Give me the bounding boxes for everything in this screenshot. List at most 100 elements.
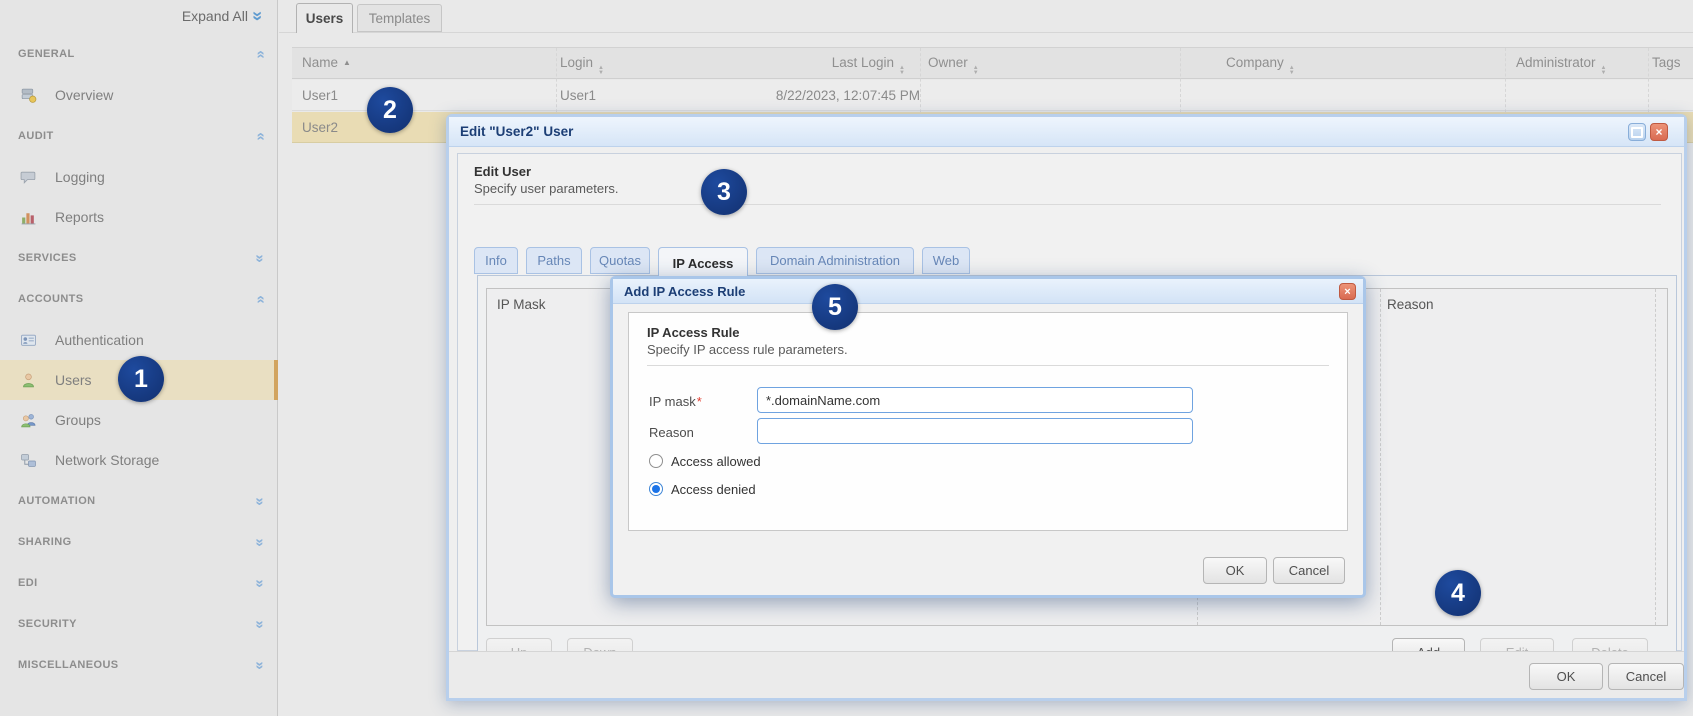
double-chevron-down-icon[interactable] [256,251,264,266]
section-label: SERVICES [18,252,77,264]
sidebar-item-label: Groups [55,412,101,428]
server-icon [20,87,37,104]
section-label: SHARING [18,536,72,548]
column-header-name[interactable]: Name [302,55,351,70]
sort-ascending-icon [338,55,351,70]
column-header-administrator[interactable]: Administrator [1516,55,1606,76]
user-icon [20,372,37,389]
access-denied-label: Access denied [671,482,756,497]
sidebar-item-groups[interactable]: Groups [0,400,278,440]
step-badge-1: 1 [118,356,164,402]
sidebar-section-general[interactable]: GENERAL [0,34,278,74]
sidebar-section-security[interactable]: SECURITY [0,604,278,644]
step-badge-5: 5 [812,284,858,330]
sidebar-section-edi[interactable]: EDI [0,563,278,603]
divider [474,204,1661,205]
sidebar-section-services[interactable]: SERVICES [0,238,278,278]
sidebar-item-reports[interactable]: Reports [0,197,278,237]
dialog-tab-ip-access[interactable]: IP Access [658,247,748,278]
double-chevron-down-icon[interactable] [256,535,264,550]
sidebar-item-overview[interactable]: Overview [0,75,278,115]
section-label: SECURITY [18,618,77,630]
sidebar-item-label: Reports [55,209,104,225]
column-header-owner[interactable]: Owner [928,55,979,76]
double-chevron-down-icon [253,7,263,25]
sidebar-item-label: Network Storage [55,452,159,468]
dialog-title: Edit "User2" User [460,124,573,139]
double-chevron-down-icon[interactable] [256,617,264,632]
users-group-icon [20,412,37,429]
ip-mask-input[interactable] [757,387,1193,413]
modal-ok-button[interactable]: OK [1203,557,1267,584]
reason-input[interactable] [757,418,1193,444]
sidebar-section-sharing[interactable]: SHARING [0,522,278,562]
section-label: AUDIT [18,130,54,142]
expand-all-label: Expand All [182,8,248,24]
cell-last-login: 8/22/2023, 12:07:45 PM [776,88,920,103]
double-chevron-up-icon[interactable] [256,47,264,62]
column-divider [1655,289,1656,625]
sort-icon [1289,66,1295,76]
ip-access-rule-panel: IP Access Rule Specify IP access rule pa… [628,312,1348,531]
section-label: ACCOUNTS [18,293,84,305]
sidebar-section-miscellaneous[interactable]: MISCELLANEOUS [0,645,278,685]
expand-all-button[interactable]: Expand All [182,7,263,25]
sort-icon [1601,66,1607,76]
step-badge-3: 3 [701,169,747,215]
dialog-tab-quotas[interactable]: Quotas [590,247,650,274]
cell-login: User1 [560,88,596,103]
dialog-tab-paths[interactable]: Paths [526,247,582,274]
ip-column-header-reason: Reason [1387,297,1434,312]
sidebar-section-accounts[interactable]: ACCOUNTS [0,279,278,319]
sidebar-section-audit[interactable]: AUDIT [0,116,278,156]
cell-name: User2 [302,120,338,135]
table-row-user1[interactable] [292,80,1693,111]
tab-users[interactable]: Users [296,3,353,33]
tab-templates[interactable]: Templates [357,4,442,32]
double-chevron-up-icon[interactable] [256,129,264,144]
cell-name: User1 [302,88,338,103]
sidebar-item-network-storage[interactable]: Network Storage [0,440,278,480]
sort-icon [973,66,979,76]
dialog-titlebar[interactable]: Edit "User2" User [449,117,1684,147]
sort-icon [598,66,604,76]
column-header-company[interactable]: Company [1226,55,1295,76]
section-label: AUTOMATION [18,495,96,507]
modal-title: Add IP Access Rule [624,284,745,299]
sidebar-item-label: Logging [55,169,105,185]
column-divider [1380,289,1381,625]
tab-label: Users [306,11,344,26]
access-allowed-radio[interactable] [649,454,663,468]
dialog-tab-info[interactable]: Info [474,247,518,274]
double-chevron-down-icon[interactable] [256,494,264,509]
ok-button[interactable]: OK [1529,663,1603,690]
sidebar-item-logging[interactable]: Logging [0,157,278,197]
id-card-icon [20,332,37,349]
maximize-icon[interactable] [1628,123,1646,141]
access-denied-radio[interactable] [649,482,663,496]
close-icon[interactable] [1650,123,1668,141]
divider [647,365,1329,366]
modal-titlebar[interactable]: Add IP Access Rule [613,279,1363,304]
speech-bubble-icon [20,169,37,186]
column-header-login[interactable]: Login [560,55,604,76]
sort-icon [899,66,905,76]
dialog-tab-domain-administration[interactable]: Domain Administration [756,247,914,274]
modal-heading: IP Access Rule [647,325,740,340]
modal-cancel-button[interactable]: Cancel [1273,557,1345,584]
column-header-last-login[interactable]: Last Login [832,55,905,76]
double-chevron-down-icon[interactable] [256,658,264,673]
app-screen: Expand All GENERAL Overview AUDIT Loggin… [0,0,1693,716]
cancel-button[interactable]: Cancel [1608,663,1684,690]
section-label: GENERAL [18,48,75,60]
sidebar-item-authentication[interactable]: Authentication [0,320,278,360]
network-drive-icon [20,452,37,469]
double-chevron-up-icon[interactable] [256,292,264,307]
column-header-tags[interactable]: Tags [1652,55,1681,70]
dialog-tab-web[interactable]: Web [922,247,970,274]
sidebar-section-automation[interactable]: AUTOMATION [0,481,278,521]
double-chevron-down-icon[interactable] [256,576,264,591]
dialog-heading: Edit User [474,164,531,179]
close-icon[interactable] [1339,283,1356,300]
tabbar-divider [279,32,1693,33]
